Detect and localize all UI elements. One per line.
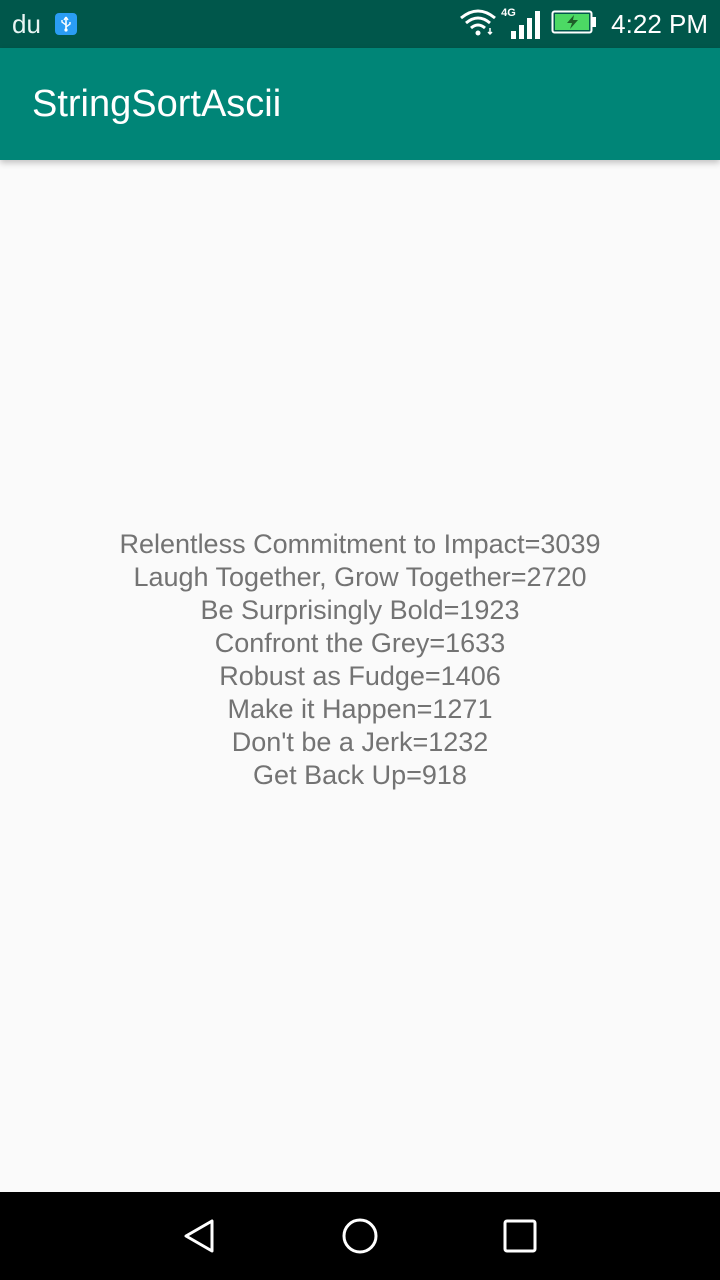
result-item: Relentless Commitment to Impact=3039 bbox=[119, 529, 601, 559]
status-right: 4G 4:22 PM bbox=[459, 0, 708, 48]
wifi-icon bbox=[459, 8, 497, 41]
result-item: Laugh Together, Grow Together=2720 bbox=[133, 562, 587, 592]
result-list: Relentless Commitment to Impact=3039 Lau… bbox=[0, 528, 720, 792]
back-icon bbox=[184, 1219, 214, 1253]
result-item: Get Back Up=918 bbox=[253, 760, 467, 790]
status-left: du bbox=[12, 0, 77, 48]
back-button[interactable] bbox=[174, 1210, 226, 1262]
battery-charging-icon bbox=[551, 9, 597, 40]
main-content: Relentless Commitment to Impact=3039 Lau… bbox=[0, 160, 720, 1192]
result-item: Robust as Fudge=1406 bbox=[219, 661, 501, 691]
result-item: Don't be a Jerk=1232 bbox=[231, 727, 489, 757]
usb-icon bbox=[54, 13, 77, 35]
recents-button[interactable] bbox=[494, 1210, 546, 1262]
app-title: StringSortAscii bbox=[32, 82, 282, 125]
signal-icon: 4G bbox=[501, 7, 541, 39]
app-bar: StringSortAscii bbox=[0, 48, 720, 160]
clock: 4:22 PM bbox=[611, 8, 708, 39]
result-item: Confront the Grey=1633 bbox=[214, 628, 506, 658]
home-button[interactable] bbox=[334, 1210, 386, 1262]
home-icon bbox=[342, 1218, 378, 1254]
result-item: Make it Happen=1271 bbox=[227, 694, 493, 724]
network-type-label: 4G bbox=[501, 7, 516, 19]
status-bar: du 4G 4:22 PM bbox=[0, 0, 720, 48]
navigation-bar bbox=[0, 1192, 720, 1280]
carrier-label: du bbox=[12, 8, 41, 39]
result-item: Be Surprisingly Bold=1923 bbox=[200, 595, 520, 625]
recents-icon bbox=[503, 1219, 537, 1253]
